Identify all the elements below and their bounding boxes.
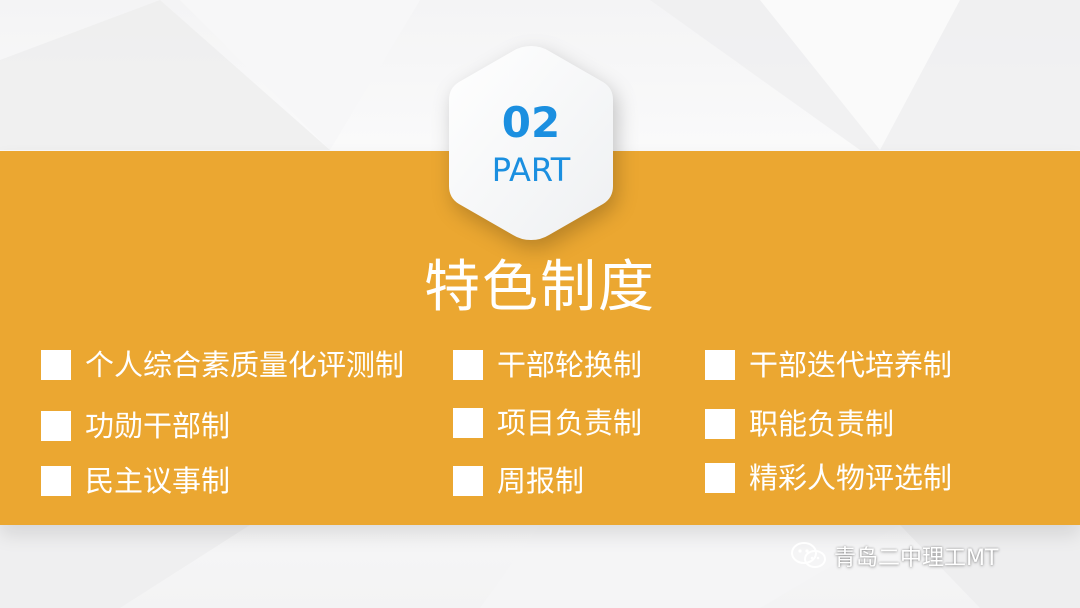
list-item-label: 个人综合素质量化评测制 (85, 348, 405, 382)
list-item: 民主议事制 (41, 461, 230, 501)
list-item: 干部轮换制 (453, 345, 642, 385)
square-bullet-icon (705, 463, 735, 493)
list-item-label: 干部轮换制 (497, 348, 643, 382)
slide: 02 PART 特色制度 个人综合素质量化评测制 干部轮换制 干部迭代培养制 功… (0, 0, 1080, 608)
list-item: 功勋干部制 (41, 406, 230, 446)
square-bullet-icon (705, 350, 735, 380)
square-bullet-icon (41, 411, 71, 441)
list-item-label: 项目负责制 (497, 406, 643, 440)
square-bullet-icon (453, 466, 483, 496)
list-item-label: 干部迭代培养制 (749, 348, 953, 382)
list-item-label: 周报制 (497, 464, 585, 498)
list-item: 个人综合素质量化评测制 (41, 345, 404, 385)
watermark-text: 青岛二中理工MT (834, 546, 999, 571)
square-bullet-icon (453, 408, 483, 438)
list-item: 精彩人物评选制 (705, 458, 952, 498)
list-item: 周报制 (453, 461, 584, 501)
list-item: 干部迭代培养制 (705, 345, 952, 385)
list-item-label: 功勋干部制 (85, 409, 231, 443)
list-item: 项目负责制 (453, 403, 642, 443)
slide-title: 特色制度 (424, 255, 656, 320)
section-part-label: PART (491, 151, 571, 189)
square-bullet-icon (705, 409, 735, 439)
wechat-icon (791, 542, 826, 568)
list-item-label: 民主议事制 (85, 464, 231, 498)
list-item-label: 精彩人物评选制 (749, 461, 953, 495)
list-item: 职能负责制 (705, 404, 894, 444)
section-number: 02 (501, 98, 561, 147)
square-bullet-icon (41, 350, 71, 380)
list-item-label: 职能负责制 (749, 407, 895, 441)
watermark: 青岛二中理工MT (790, 540, 998, 572)
square-bullet-icon (453, 350, 483, 380)
square-bullet-icon (41, 466, 71, 496)
